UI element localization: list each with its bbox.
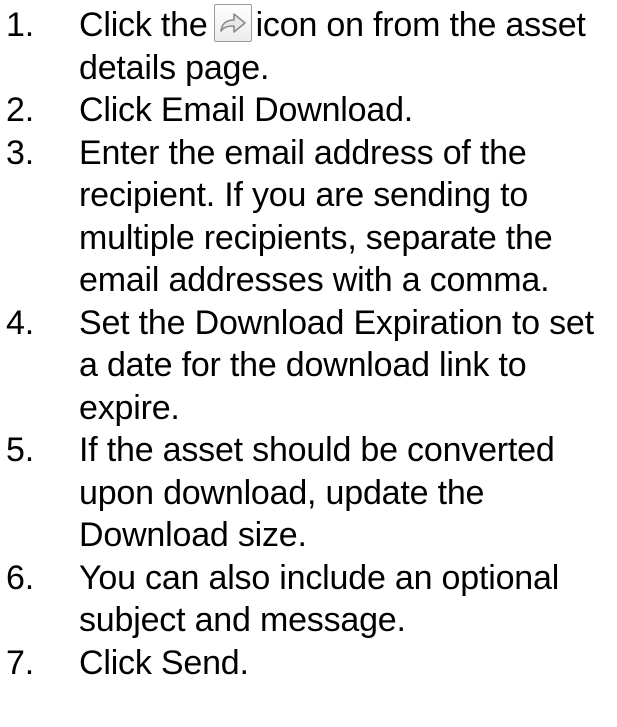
- step-text: Click Email Download.: [79, 91, 414, 129]
- step-number: 3.: [6, 133, 34, 172]
- step-text-before-icon: Click the: [79, 6, 208, 44]
- step-text: Enter the email address of the recipient…: [79, 133, 553, 300]
- instruction-steps: 1. Click the icon on from the asset detai…: [0, 4, 617, 684]
- step-number: 4.: [6, 303, 34, 342]
- step-6: 6. You can also include an optional subj…: [0, 557, 617, 642]
- step-number: 1.: [6, 6, 34, 44]
- step-3: 3. Enter the email address of the recipi…: [0, 132, 617, 302]
- step-1: 1. Click the icon on from the asset detai…: [0, 4, 617, 89]
- step-5: 5. If the asset should be converted upon…: [0, 429, 617, 557]
- step-text: You can also include an optional subject…: [79, 558, 560, 640]
- step-2: 2. Click Email Download.: [0, 89, 617, 132]
- step-number: 5.: [6, 431, 34, 469]
- step-text: Click Send.: [79, 643, 249, 682]
- step-4: 4. Set the Download Expiration to set a …: [0, 302, 617, 430]
- step-7: 7. Click Send.: [0, 642, 617, 685]
- step-text: Click the icon on from the asset details …: [79, 4, 617, 89]
- step-number: 6.: [6, 558, 34, 597]
- step-number: 7.: [6, 643, 34, 682]
- step-text: If the asset should be converted upon do…: [79, 431, 555, 554]
- share-arrow-icon: [213, 4, 252, 42]
- step-number: 2.: [6, 91, 34, 129]
- step-text: Set the Download Expiration to set a dat…: [79, 303, 594, 427]
